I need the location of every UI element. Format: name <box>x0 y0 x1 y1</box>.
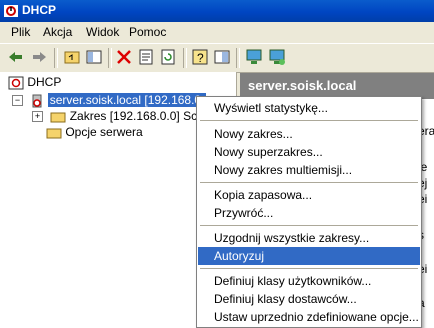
toolbar-separator <box>54 48 58 68</box>
server-icon <box>30 94 44 108</box>
folder-icon <box>46 127 62 139</box>
menu-item-authorize[interactable]: Autoryzuj <box>198 247 420 265</box>
menu-item-reconcile-all-scopes[interactable]: Uzgodnij wszystkie zakresy... <box>198 229 420 247</box>
tree-label-scope: Zakres [192.168.0.0] Scop <box>69 109 211 123</box>
help-icon[interactable]: ? <box>191 48 209 66</box>
tree-item-dhcp[interactable]: DHCP <box>8 74 61 90</box>
tree-label-dhcp: DHCP <box>27 75 62 89</box>
context-menu: Wyświetl statystykę... Nowy zakres... No… <box>196 96 422 328</box>
tree-item-scope[interactable]: + Zakres [192.168.0.0] Scop <box>32 108 210 124</box>
toolbar-separator <box>108 48 112 68</box>
menu-item-new-multicast-scope[interactable]: Nowy zakres multiemisji... <box>198 161 420 179</box>
tree-item-server[interactable]: − server.soisk.local [192.168.0. <box>12 92 207 108</box>
delete-icon[interactable] <box>115 48 133 66</box>
tree-label-server: server.soisk.local [192.168.0. <box>47 93 207 107</box>
title-bar: DHCP <box>0 0 434 22</box>
dhcp-app-icon <box>3 3 19 19</box>
monitor-icon[interactable] <box>245 48 263 66</box>
toolbar-separator <box>236 48 240 68</box>
forward-arrow-icon[interactable] <box>30 48 48 66</box>
toolbar: ? <box>0 43 434 73</box>
menu-separator <box>200 120 418 121</box>
console-icon[interactable] <box>213 48 231 66</box>
menu-bar: Plik Akcja Widok Pomoc <box>0 22 434 42</box>
menu-item-new-superscope[interactable]: Nowy superzakres... <box>198 143 420 161</box>
menu-item-define-user-classes[interactable]: Definiuj klasy użytkowników... <box>198 272 420 290</box>
menu-separator <box>200 225 418 226</box>
svg-text:?: ? <box>197 51 204 65</box>
tree-label-server-options: Opcje serwera <box>65 125 143 139</box>
menu-item-restore[interactable]: Przywróć... <box>198 204 420 222</box>
network-monitor-icon[interactable] <box>268 48 286 66</box>
menu-akcja[interactable]: Akcja <box>43 25 72 39</box>
toolbar-separator <box>183 48 187 68</box>
tree-item-server-options[interactable]: Opcje serwera <box>46 124 143 140</box>
menu-item-show-statistics[interactable]: Wyświetl statystykę... <box>198 99 420 117</box>
menu-widok[interactable]: Widok <box>86 25 119 39</box>
menu-item-backup[interactable]: Kopia zapasowa... <box>198 186 420 204</box>
menu-pomoc[interactable]: Pomoc <box>129 25 166 39</box>
menu-plik[interactable]: Plik <box>11 25 30 39</box>
show-hide-tree-icon[interactable] <box>85 48 103 66</box>
properties-icon[interactable] <box>137 48 155 66</box>
folder-icon <box>50 111 66 123</box>
back-arrow-icon[interactable] <box>7 48 25 66</box>
menu-item-define-vendor-classes[interactable]: Definiuj klasy dostawców... <box>198 290 420 308</box>
dhcp-icon <box>8 76 24 90</box>
refresh-icon[interactable] <box>159 48 177 66</box>
menu-separator <box>200 268 418 269</box>
collapse-icon[interactable]: − <box>12 95 23 107</box>
up-folder-icon[interactable] <box>63 48 81 66</box>
menu-separator <box>200 182 418 183</box>
window-title: DHCP <box>22 3 57 17</box>
expand-icon[interactable]: + <box>32 111 43 123</box>
menu-item-set-predefined-options[interactable]: Ustaw uprzednio zdefiniowane opcje... <box>198 308 420 326</box>
menu-item-new-scope[interactable]: Nowy zakres... <box>198 125 420 143</box>
